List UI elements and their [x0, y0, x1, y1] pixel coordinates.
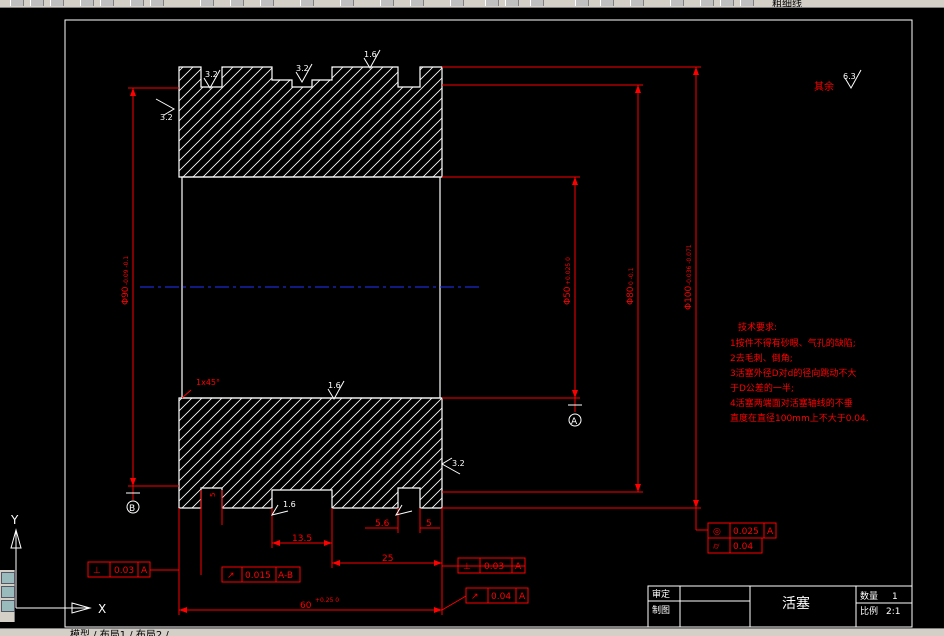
roughness-value: 1.6 [283, 500, 296, 509]
tol-ref: A [519, 592, 526, 602]
dim-small-5: 5 [209, 493, 217, 497]
layer-manager-icon[interactable] [670, 0, 684, 6]
tol-ref: A [767, 527, 774, 537]
pan-icon[interactable] [340, 0, 354, 6]
dim-d-outer-tol: -0.036 -0.071 [686, 244, 693, 285]
tech-line: 2去毛刺、倒角; [730, 352, 793, 364]
tol-ref: A [515, 562, 522, 572]
roughness-default-value: 6.3 [843, 72, 856, 81]
ucs-y-label: Y [10, 513, 19, 527]
zoom-window-icon[interactable] [410, 0, 424, 6]
match-properties-icon[interactable] [230, 0, 244, 6]
roughness-value: 3.2 [452, 459, 465, 468]
ucs-icon [10, 528, 92, 614]
dim-d-outer: Φ100 [684, 285, 694, 310]
dim-60-tol: +0.25 0 [315, 597, 339, 604]
left-tool-palette [0, 570, 15, 622]
roughness-value: 1.6 [328, 381, 341, 390]
dim-25: 25 [382, 554, 393, 564]
dim-13-5: 13.5 [292, 534, 312, 544]
layer-lock-icon[interactable] [740, 0, 754, 6]
dim-60: 60 [300, 601, 312, 611]
help-icon[interactable] [630, 0, 644, 6]
upper-wall-section [178, 66, 443, 178]
text-style-icon[interactable] [485, 0, 499, 6]
roughness-default-label: 其余 [814, 80, 834, 93]
tech-line: 1按件不得有砂眼、气孔的缺陷; [730, 337, 856, 349]
undo-icon[interactable] [260, 0, 274, 6]
tech-title: 技术要求: [738, 321, 777, 333]
tol-value: 0.04 [733, 542, 753, 552]
zoom-realtime-icon[interactable] [380, 0, 394, 6]
tol-value: 0.04 [491, 592, 511, 602]
drawing-canvas[interactable]: 3.2 3.2 1.6 3.2 1.6 3.2 1.6 其余 6.3 Φ90 -… [0, 7, 944, 629]
qty-label: 数量 [860, 590, 878, 602]
design-center-icon[interactable] [530, 0, 544, 6]
palette-tool-icon[interactable] [1, 600, 15, 612]
dim-d-left: Φ90 [121, 286, 131, 305]
datum-b: B [129, 504, 135, 514]
tol-ref: A-B [278, 571, 293, 581]
redo-icon[interactable] [300, 0, 314, 6]
drawing-svg: 3.2 3.2 1.6 3.2 1.6 3.2 1.6 其余 6.3 Φ90 -… [10, 19, 913, 628]
tech-line: 4活塞两端面对活塞轴线的不垂 [730, 397, 853, 409]
roughness-value: 1.6 [364, 50, 377, 59]
dim-d-left-tol: -0.09 -0.1 [123, 256, 130, 285]
copy-icon[interactable] [150, 0, 164, 6]
tol-ref: A [141, 566, 148, 576]
palette-tool-icon[interactable] [1, 572, 15, 584]
scale-label: 比例 [860, 605, 878, 617]
cut-icon[interactable] [130, 0, 144, 6]
tech-line: 3活塞外径D对d的径向跳动不大 [730, 367, 856, 379]
part-name: 活塞 [782, 595, 810, 612]
dim-5-6: 5.6 [375, 519, 390, 529]
roughness-value: 3.2 [205, 70, 218, 79]
review-label: 审定 [652, 588, 670, 600]
drawn-label: 制图 [652, 604, 670, 616]
tol-value: 0.025 [733, 527, 759, 537]
ucs-x-label: X [98, 602, 106, 616]
dim-chamfer: 1x45° [196, 378, 220, 387]
paste-icon[interactable] [200, 0, 214, 6]
tech-requirements: 技术要求: 1按件不得有砂眼、气孔的缺陷; 2去毛刺、倒角; 3活塞外径D对d的… [730, 321, 869, 424]
lower-wall-section [178, 397, 443, 509]
plot-preview-icon[interactable] [100, 0, 114, 6]
tol-sym: ⊥ [93, 566, 101, 576]
tol-value: 0.03 [484, 562, 504, 572]
tool-palettes-icon[interactable] [575, 0, 589, 6]
layout-tabs[interactable]: 模型 / 布局1 / 布局2 / [70, 629, 169, 636]
roughness-value: 3.2 [296, 64, 309, 73]
properties-icon[interactable] [505, 0, 519, 6]
tol-value: 0.015 [245, 571, 271, 581]
tech-line: 于D公差的一半; [730, 382, 794, 394]
layout-tab-bar: 模型 / 布局1 / 布局2 / [0, 628, 944, 636]
palette-tool-icon[interactable] [1, 586, 15, 598]
tol-sym: ◎ [713, 527, 721, 537]
tol-value: 0.03 [114, 566, 134, 576]
dim-5: 5 [426, 519, 432, 529]
dim-d-mid-tol: 0 -0.1 [628, 267, 635, 285]
save-icon[interactable] [50, 0, 64, 6]
tol-sym: ↗ [471, 592, 479, 602]
tech-line: 直度在直径100mm上不大于0.04. [730, 412, 869, 424]
calculator-icon[interactable] [600, 0, 614, 6]
dim-d-mid: Φ80 [626, 286, 636, 305]
qty-value: 1 [892, 592, 898, 602]
tolerance-texts: ⊥ 0.03 A ↗ 0.015 A-B ⊥ 0.03 A ↗ 0.04 A ◎… [93, 527, 774, 602]
tol-sym: ⊥ [463, 562, 471, 572]
print-icon[interactable] [80, 0, 94, 6]
layer-on-icon[interactable] [700, 0, 714, 6]
layer-freeze-icon[interactable] [720, 0, 734, 6]
datum-a: A [571, 417, 578, 427]
roughness-value: 3.2 [160, 113, 173, 122]
zoom-previous-icon[interactable] [450, 0, 464, 6]
tol-sym: ↗ [227, 571, 235, 581]
dim-d-inner: Φ50 [563, 286, 573, 305]
tol-sym: ⌭ [713, 542, 720, 552]
open-file-icon[interactable] [30, 0, 44, 6]
new-file-icon[interactable] [10, 0, 24, 6]
scale-value: 2:1 [886, 607, 900, 617]
dim-d-inner-tol: +0.025 0 [565, 257, 572, 285]
